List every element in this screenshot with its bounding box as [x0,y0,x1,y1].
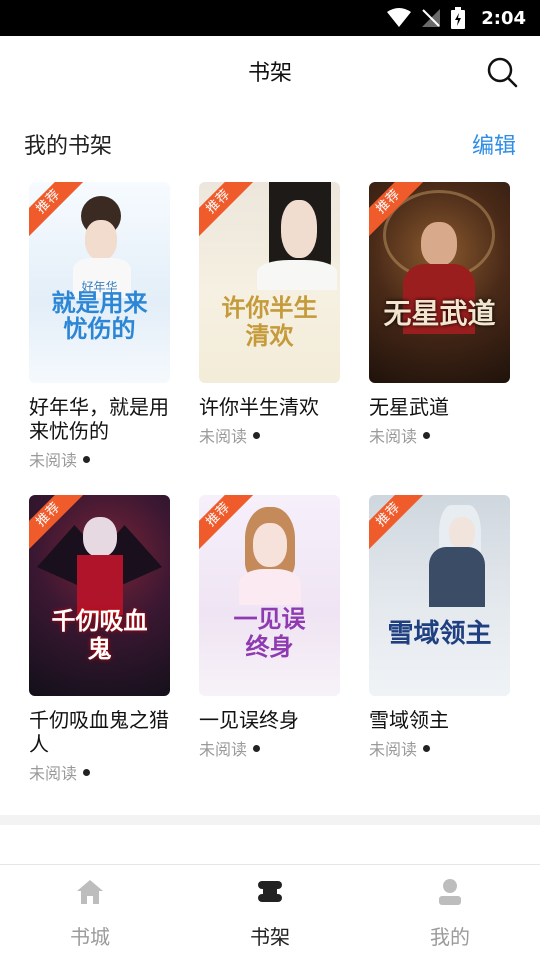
user-icon [435,877,465,911]
recommend-badge: 推荐 [369,495,429,555]
read-status-label: 未阅读 [29,451,78,470]
book-title: 无星武道 [369,395,449,419]
cover-title: 许你半生清欢 [221,293,318,350]
shelf-heading: 我的书架 [24,134,113,159]
book-title: 一见误终身 [199,708,299,732]
battery-charging-icon [451,7,466,29]
book-item[interactable]: 许你半生清欢 推荐 许你半生清欢 未阅读 [199,182,340,495]
book-item[interactable]: 无星武道 推荐 无星武道 未阅读 [369,182,510,495]
status-dot [83,768,91,776]
clock-time: 2:04 [481,7,526,29]
bookshelf-icon [255,877,285,911]
read-status: 未阅读 [29,760,170,784]
cover-title: 雪域领主 [387,619,492,649]
wifi-icon [387,8,412,28]
book-cover[interactable]: 千仞吸血鬼 推荐 [29,495,170,696]
book-cover[interactable]: 一见误终身 推荐 [199,495,340,696]
book-title: 雪域领主 [369,708,449,732]
read-status-label: 未阅读 [29,764,78,783]
book-title: 许你半生清欢 [199,395,319,419]
status-dot [253,744,261,752]
tab-profile[interactable]: 我的 [360,865,540,960]
cover-title: 千仞吸血鬼 [51,606,148,663]
status-dot [253,431,261,439]
status-dot [83,455,91,463]
book-title: 好年华，就是用来忧伤的 [29,395,169,443]
read-status-label: 未阅读 [369,427,418,446]
tab-label: 书架 [250,925,290,949]
tab-bookshelf[interactable]: 书架 [180,865,360,960]
read-status: 未阅读 [199,423,340,447]
read-status: 未阅读 [199,736,340,760]
tab-label: 我的 [430,925,470,949]
shelf-header: 我的书架 编辑 [24,126,516,162]
book-item[interactable]: 一见误终身 推荐 一见误终身 未阅读 [199,495,340,808]
read-status: 未阅读 [369,736,510,760]
bottom-tab-bar: 书城 书架 我的 [0,864,540,960]
cover-title: 无星武道 [383,297,496,330]
book-item[interactable]: 千仞吸血鬼 推荐 千仞吸血鬼之猎人 未阅读 [29,495,170,808]
book-grid: 好年华 就是用来忧伤的 推荐 好年华，就是用来忧伤的 未阅读 许你半生清欢 推荐… [29,182,510,808]
book-title: 千仞吸血鬼之猎人 [29,708,169,756]
book-cover[interactable]: 好年华 就是用来忧伤的 推荐 [29,182,170,383]
status-dot [423,744,431,752]
book-item[interactable]: 雪域领主 推荐 雪域领主 未阅读 [369,495,510,808]
section-divider [0,815,540,825]
cover-title: 一见误终身 [233,604,306,661]
recommend-badge: 推荐 [199,182,259,242]
edit-button[interactable]: 编辑 [472,128,516,160]
status-bar: 2:04 [0,0,540,36]
book-item[interactable]: 好年华 就是用来忧伤的 推荐 好年华，就是用来忧伤的 未阅读 [29,182,170,495]
read-status: 未阅读 [369,423,510,447]
no-signal-icon [421,8,441,28]
book-cover[interactable]: 雪域领主 推荐 [369,495,510,696]
read-status-label: 未阅读 [369,740,418,759]
top-bar: 书架 [0,36,540,106]
recommend-badge: 推荐 [29,182,89,242]
page-title: 书架 [247,61,292,86]
tab-bookstore[interactable]: 书城 [0,865,180,960]
home-icon [75,877,105,911]
tab-label: 书城 [70,925,110,949]
book-cover[interactable]: 无星武道 推荐 [369,182,510,383]
cover-title: 就是用来忧伤的 [51,288,148,343]
read-status-label: 未阅读 [199,427,248,446]
read-status-label: 未阅读 [199,740,248,759]
status-dot [423,431,431,439]
search-icon[interactable] [486,56,518,88]
read-status: 未阅读 [29,447,170,471]
book-cover[interactable]: 许你半生清欢 推荐 [199,182,340,383]
